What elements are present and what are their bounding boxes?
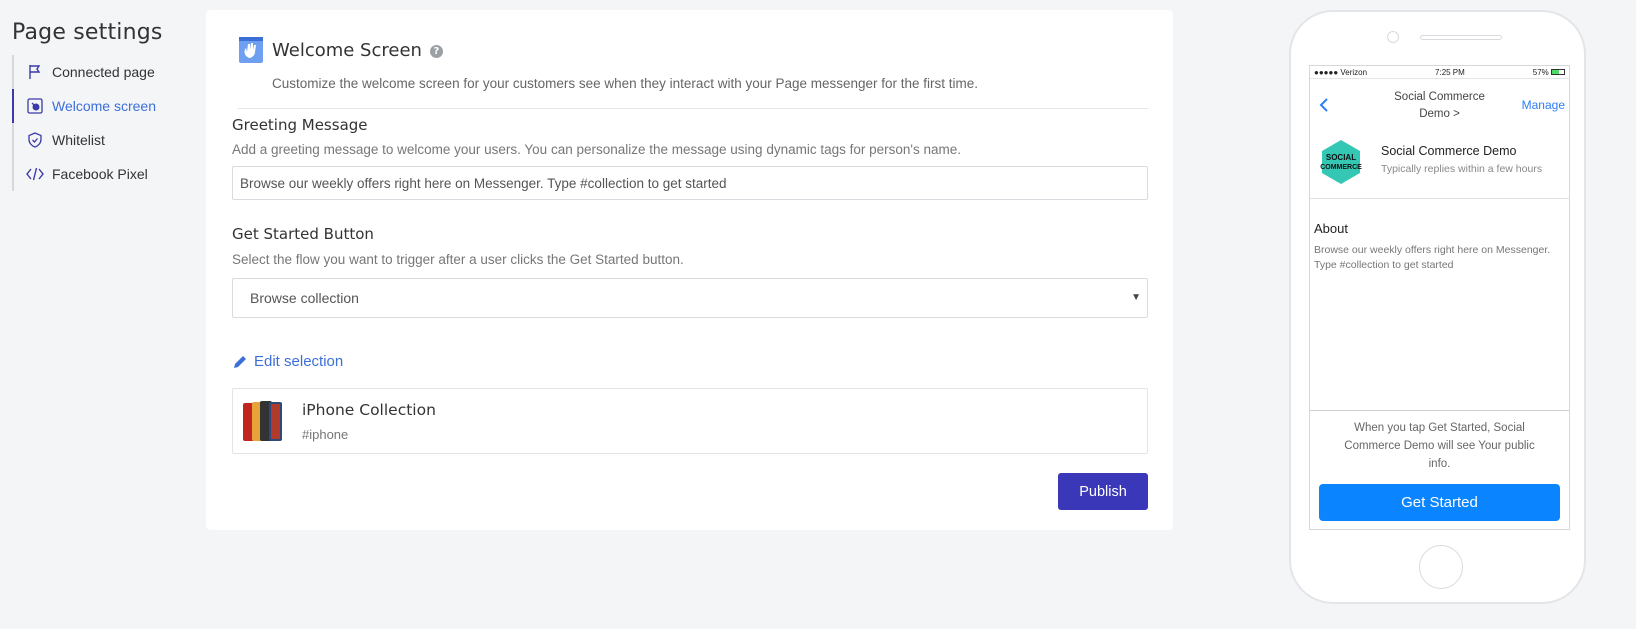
welcome-icon	[26, 97, 44, 115]
phone-home-button	[1419, 545, 1463, 589]
collection-tag: #iphone	[302, 427, 349, 442]
logo-text-line2: COMMERCE	[1320, 164, 1362, 171]
messenger-screen: ●●●●● Verizon 7:25 PM 57% Social Commerc…	[1309, 65, 1570, 530]
page-name: Social Commerce Demo	[1381, 144, 1517, 158]
flag-icon	[26, 63, 44, 81]
messenger-title-line2: Demo >	[1419, 108, 1460, 120]
card-title-text: Welcome Screen	[272, 40, 422, 61]
about-title: About	[1314, 221, 1348, 236]
pencil-icon	[232, 354, 248, 370]
consent-text: When you tap Get Started, Social Commerc…	[1310, 410, 1569, 473]
collection-card[interactable]: iPhone Collection #iphone	[232, 388, 1148, 454]
get-started-help: Select the flow you want to trigger afte…	[232, 252, 684, 267]
battery-text: 57%	[1533, 68, 1565, 77]
messenger-title[interactable]: Social Commerce Demo >	[1370, 89, 1509, 123]
page-title: Page settings	[12, 20, 163, 45]
messenger-header: Social Commerce Demo > Manage	[1310, 79, 1569, 129]
sidebar-item-whitelist[interactable]: Whitelist	[14, 123, 192, 157]
welcome-hand-icon	[238, 36, 264, 64]
back-icon[interactable]	[1318, 97, 1330, 113]
card-title: Welcome Screen?	[272, 40, 443, 61]
page-profile: SOCIAL COMMERCE Social Commerce Demo Typ…	[1310, 129, 1569, 199]
battery-icon	[1551, 69, 1565, 76]
get-started-label: Get Started Button	[232, 225, 374, 243]
sidebar-item-connected-page[interactable]: Connected page	[14, 55, 192, 89]
logo-text-line1: SOCIAL	[1326, 153, 1356, 162]
get-started-button[interactable]: Get Started	[1319, 484, 1560, 521]
battery-percent: 57%	[1532, 67, 1549, 77]
sidebar-item-label: Facebook Pixel	[52, 166, 148, 182]
chevron-down-icon: ▼	[1131, 292, 1141, 303]
phone-preview: ●●●●● Verizon 7:25 PM 57% Social Commerc…	[1289, 10, 1586, 604]
greeting-help: Add a greeting message to welcome your u…	[232, 142, 961, 157]
messenger-title-line1: Social Commerce	[1394, 91, 1485, 103]
about-text: Browse our weekly offers right here on M…	[1314, 244, 1551, 271]
greeting-label: Greeting Message	[232, 116, 368, 134]
manage-link[interactable]: Manage	[1522, 98, 1565, 112]
status-bar: ●●●●● Verizon 7:25 PM 57%	[1310, 66, 1569, 79]
help-icon[interactable]: ?	[429, 45, 443, 58]
phone-camera	[1387, 31, 1399, 43]
card-description: Customize the welcome screen for your cu…	[272, 76, 979, 91]
sidebar-item-label: Whitelist	[52, 132, 105, 148]
edit-selection-label: Edit selection	[254, 353, 344, 370]
flow-select[interactable]: Browse collection ▼	[232, 278, 1148, 318]
welcome-screen-card: Welcome Screen? Customize the welcome sc…	[206, 10, 1173, 530]
flow-select-value: Browse collection	[250, 290, 359, 306]
phone-speaker	[1420, 35, 1502, 40]
carrier-text: ●●●●● Verizon	[1314, 67, 1368, 77]
collection-title: iPhone Collection	[302, 401, 436, 419]
iphone-collection-thumbnail	[243, 401, 283, 443]
time-text: 7:25 PM	[1435, 67, 1465, 77]
reply-time: Typically replies within a few hours	[1381, 163, 1543, 175]
greeting-message-input[interactable]: Browse our weekly offers right here on M…	[232, 166, 1148, 200]
sidebar-nav: Connected page Welcome screen Whitelist …	[12, 55, 192, 191]
code-icon	[26, 165, 44, 183]
publish-button[interactable]: Publish	[1058, 473, 1148, 510]
edit-selection-link[interactable]: Edit selection	[232, 353, 343, 370]
shield-icon	[26, 131, 44, 149]
social-commerce-logo: SOCIAL COMMERCE	[1318, 139, 1364, 185]
sidebar-item-welcome-screen[interactable]: Welcome screen	[12, 89, 192, 123]
card-header: Welcome Screen? Customize the welcome sc…	[238, 34, 1148, 109]
sidebar-item-label: Welcome screen	[52, 98, 157, 114]
sidebar-item-facebook-pixel[interactable]: Facebook Pixel	[14, 157, 192, 191]
sidebar: Page settings Connected page Welcome scr…	[12, 20, 192, 191]
sidebar-item-label: Connected page	[52, 64, 155, 80]
